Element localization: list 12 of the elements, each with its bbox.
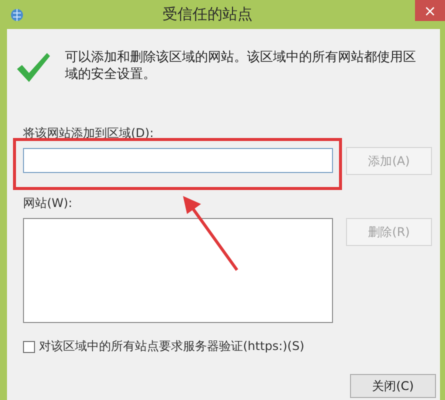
info-message: 可以添加和删除该区域的网站。该区域中的所有网站都使用区域的安全设置。: [65, 49, 417, 83]
checkmark-icon: [15, 51, 51, 83]
checkbox[interactable]: [23, 340, 35, 352]
globe-icon: [10, 8, 24, 22]
close-dialog-button[interactable]: 关闭(C): [350, 374, 436, 398]
website-input-field[interactable]: [23, 148, 333, 173]
list-label: 网站(W):: [23, 195, 74, 212]
checkbox-label: 对该区域中的所有站点要求服务器验证(https:)(S): [39, 338, 304, 355]
websites-list[interactable]: [23, 218, 333, 323]
window-title: 受信任的站点: [162, 5, 254, 24]
field-label: 将该网站添加到区域(D):: [23, 125, 155, 142]
close-button[interactable]: ×: [415, 0, 445, 21]
